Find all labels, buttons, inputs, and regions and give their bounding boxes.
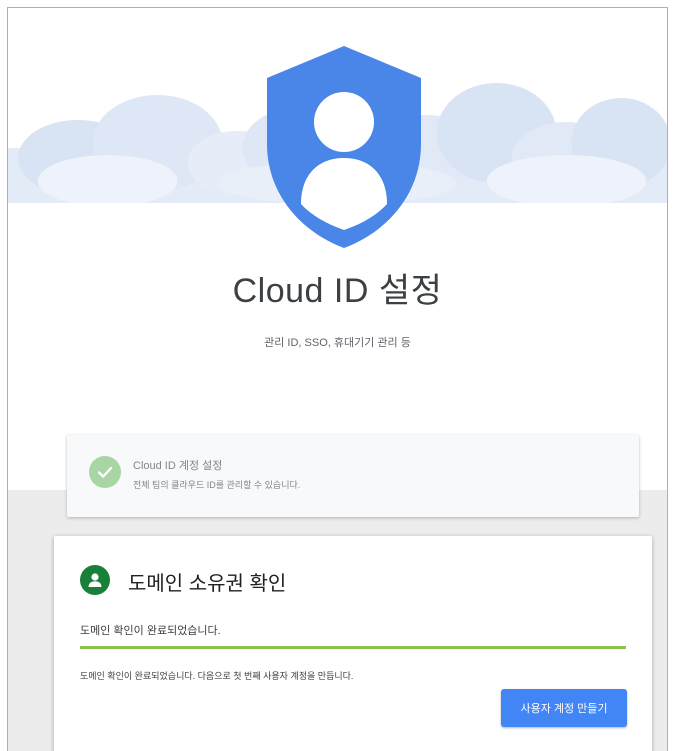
completed-step-card: Cloud ID 계정 설정 전체 팀의 클라우드 ID를 관리할 수 있습니다… [67, 435, 639, 517]
next-step-message: 도메인 확인이 완료되었습니다. 다음으로 첫 번째 사용자 계정을 만듭니다. [80, 671, 354, 681]
check-circle-icon [89, 456, 121, 488]
progress-bar [80, 646, 626, 649]
card-title: 도메인 소유권 확인 [128, 573, 287, 595]
setup-page: Cloud ID 설정 관리 ID, SSO, 휴대기기 관리 등 Cloud … [7, 7, 668, 751]
status-message: 도메인 확인이 완료되었습니다. [80, 625, 221, 637]
page-title: Cloud ID 설정 [232, 272, 443, 310]
create-user-account-button[interactable]: 사용자 계정 만들기 [501, 689, 627, 727]
step-description: 전체 팀의 클라우드 ID를 관리할 수 있습니다. [133, 480, 301, 490]
page-subtitle: 관리 ID, SSO, 휴대기기 관리 등 [264, 337, 411, 349]
domain-verification-card: 도메인 소유권 확인 도메인 확인이 완료되었습니다. 도메인 확인이 완료되었… [54, 536, 652, 751]
hero-section: Cloud ID 설정 관리 ID, SSO, 휴대기기 관리 등 [8, 8, 667, 478]
shield-person-icon [267, 46, 421, 248]
person-circle-icon [80, 565, 110, 595]
progress-fill [80, 646, 626, 649]
step-title: Cloud ID 계정 설정 [133, 460, 223, 472]
